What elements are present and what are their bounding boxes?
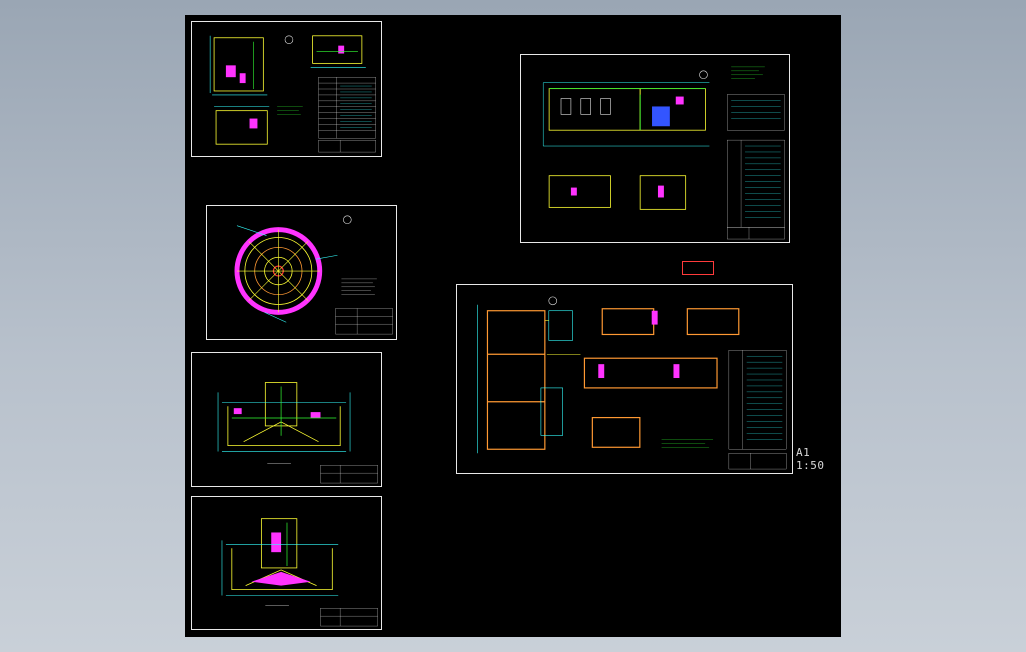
drawing-sheet-2[interactable] [206, 205, 397, 340]
drawing-canvas[interactable]: A1 1:50 [185, 15, 841, 637]
legend-swatch [682, 261, 714, 275]
drawing-sheet-1[interactable] [191, 21, 382, 157]
drawing-sheet-4[interactable] [191, 496, 382, 630]
sheet-2-drawing [234, 215, 393, 335]
sheet-5-drawing [542, 66, 785, 240]
sheet-4-drawing [221, 518, 378, 627]
drawing-sheet-5[interactable] [520, 54, 790, 243]
drawing-sheet-3[interactable] [191, 352, 382, 487]
sheet-1-drawing [209, 35, 376, 153]
scale-label: A1 1:50 [796, 446, 825, 472]
drawing-sheet-6[interactable] [456, 284, 793, 474]
sheet-3-drawing [217, 382, 378, 484]
sheet-6-drawing [477, 296, 787, 470]
